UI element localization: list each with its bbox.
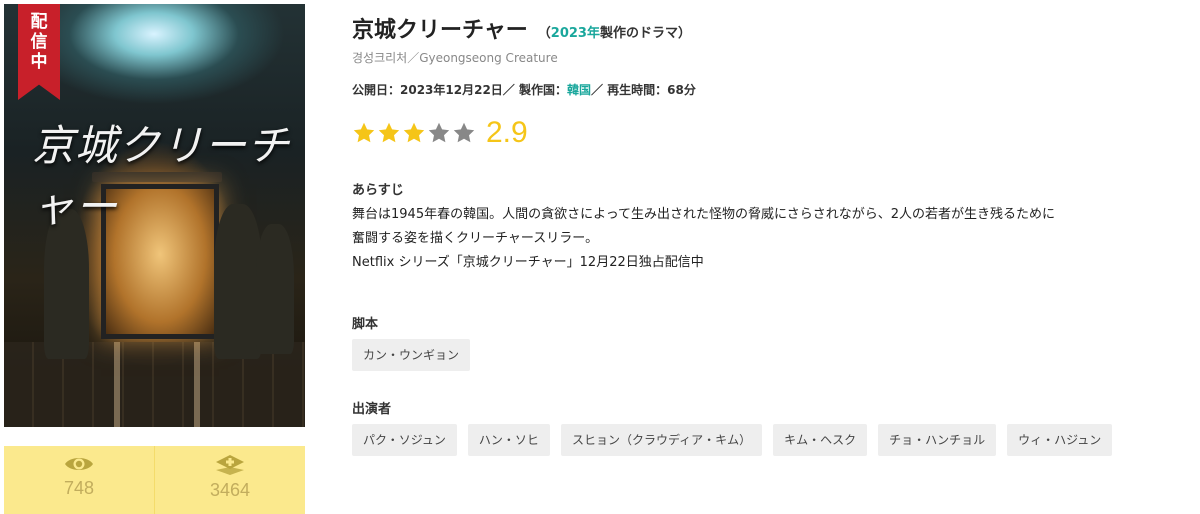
- star-rating: [352, 121, 477, 145]
- star-empty-icon: [428, 122, 450, 143]
- rating-score: 2.9: [486, 116, 528, 149]
- cast-tag[interactable]: パク・ソジュン: [352, 424, 457, 456]
- plus-diamond-icon: [215, 454, 245, 476]
- poster-rail: [114, 342, 120, 427]
- subtitle-rest: 製作のドラマ）: [599, 26, 691, 41]
- country-link[interactable]: 韓国: [567, 83, 591, 97]
- rating: 2.9: [352, 116, 528, 150]
- stats-bar: 748 3464: [4, 446, 305, 514]
- cast-tag[interactable]: チョ・ハンチョル: [878, 424, 997, 456]
- synopsis-line: Netflix シリーズ「京城クリーチャー」12月22日独占配信中: [352, 255, 704, 270]
- views-count: 748: [63, 478, 95, 498]
- star-filled-icon: [378, 122, 400, 143]
- synopsis-line: 奮闘する姿を描くクリーチャースリラー。: [352, 231, 599, 246]
- original-title: 경성크리처／Gyeongseong Creature: [352, 51, 558, 65]
- title-subtitle: （2023年製作のドラマ）: [538, 26, 691, 41]
- title-row: 京城クリーチャー （2023年製作のドラマ）: [352, 12, 691, 44]
- cast-tag[interactable]: ウィ・ハジュン: [1007, 424, 1113, 456]
- adds-count: 3464: [209, 480, 251, 500]
- writer-label: 脚本: [352, 317, 379, 332]
- star-filled-icon: [403, 122, 425, 143]
- cast-tag[interactable]: キム・ヘスク: [773, 424, 868, 456]
- page-title: 京城クリーチャー: [352, 18, 528, 43]
- poster-rail: [194, 342, 200, 427]
- cast-label: 出演者: [352, 402, 392, 417]
- synopsis-line: 舞台は1945年春の韓国。人間の貪欲さによって生み出された怪物の脅威にさらされな…: [352, 207, 1056, 222]
- views-stat[interactable]: 748: [4, 446, 154, 514]
- poster-title-text: 京城クリーチャー: [32, 121, 291, 231]
- production-year-link[interactable]: 2023年: [551, 26, 600, 41]
- writer-tags: カン・ウンギョン: [352, 339, 471, 371]
- eye-icon: [64, 454, 94, 474]
- cast-tags: パク・ソジュン ハン・ソヒ スヒョン（クラウディア・キム） キム・ヘスク チョ・…: [352, 424, 1113, 456]
- streaming-ribbon: 配 信 中: [18, 4, 60, 100]
- writer-tag[interactable]: カン・ウンギョン: [352, 339, 471, 371]
- subtitle-open: （: [537, 26, 551, 41]
- synopsis-label: あらすじ: [352, 183, 404, 198]
- adds-stat[interactable]: 3464: [154, 446, 305, 514]
- star-empty-icon: [453, 122, 475, 143]
- meta-release: 公開日：2023年12月22日／ 製作国：: [352, 83, 567, 97]
- meta-runtime: ／ 再生時間：68分: [591, 83, 696, 97]
- meta-info: 公開日：2023年12月22日／ 製作国：韓国／ 再生時間：68分: [352, 81, 696, 98]
- poster-image: 京城クリーチャー 配 信 中: [4, 4, 305, 427]
- cast-tag[interactable]: スヒョン（クラウディア・キム）: [560, 424, 763, 456]
- cast-tag[interactable]: ハン・ソヒ: [467, 424, 550, 456]
- synopsis-text: 舞台は1945年春の韓国。人間の貪欲さによって生み出された怪物の脅威にさらされな…: [352, 203, 1172, 275]
- poster-figure: [256, 224, 294, 354]
- star-filled-icon: [353, 122, 375, 143]
